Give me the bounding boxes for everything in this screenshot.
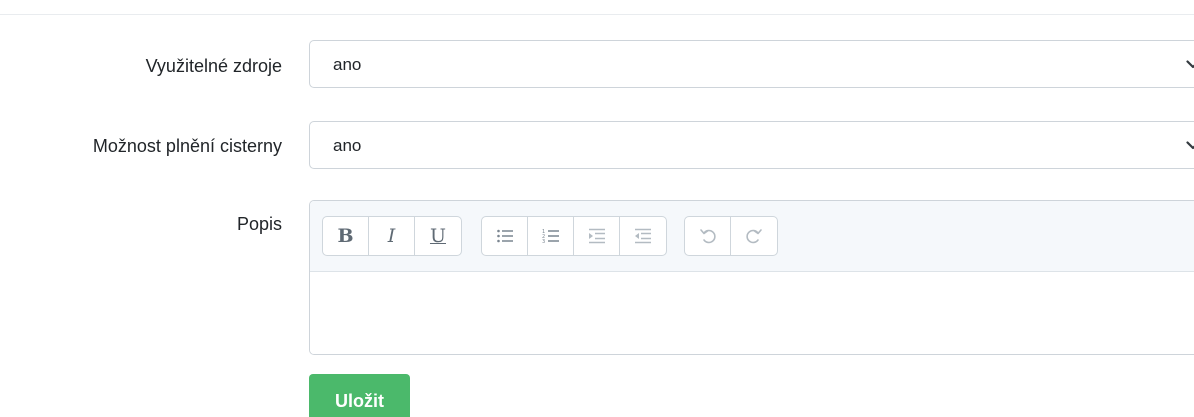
select-value: ano xyxy=(333,136,362,155)
format-button-group: B I U xyxy=(322,216,462,256)
undo-button[interactable] xyxy=(685,217,731,255)
bullet-list-icon xyxy=(496,229,513,243)
field-label-tank-filling: Možnost plnění cisterny xyxy=(92,136,282,156)
italic-button[interactable]: I xyxy=(369,217,415,255)
indent-button[interactable] xyxy=(574,217,620,255)
description-editor: B I U 1 2 3 xyxy=(309,200,1194,355)
list-button-group: 1 2 3 xyxy=(481,216,667,256)
chevron-down-icon xyxy=(1186,141,1194,150)
undo-icon xyxy=(699,229,716,244)
field-label-description: Popis xyxy=(236,214,282,234)
field-label-usable-resources: Využitelné zdroje xyxy=(145,56,282,76)
svg-text:3: 3 xyxy=(542,239,545,244)
form-page: Využitelné zdroje ano Možnost plnění cis… xyxy=(0,0,1194,417)
redo-icon xyxy=(746,229,762,244)
usable-resources-select[interactable]: ano xyxy=(309,40,1194,88)
numbered-list-button[interactable]: 1 2 3 xyxy=(528,217,574,255)
history-button-group xyxy=(684,216,778,256)
numbered-list-icon: 1 2 3 xyxy=(542,229,559,244)
outdent-icon xyxy=(635,228,651,244)
save-button[interactable]: Uložit xyxy=(309,374,410,417)
underline-button[interactable]: U xyxy=(415,217,461,255)
bullet-list-button[interactable] xyxy=(482,217,528,255)
outdent-button[interactable] xyxy=(620,217,666,255)
indent-icon xyxy=(588,228,605,244)
editor-toolbar: B I U 1 2 3 xyxy=(310,201,1194,272)
tank-filling-select[interactable]: ano xyxy=(309,121,1194,169)
description-text-area[interactable] xyxy=(310,272,1194,354)
divider xyxy=(0,14,1194,15)
chevron-down-icon xyxy=(1186,60,1194,69)
select-value: ano xyxy=(333,55,362,74)
bold-button[interactable]: B xyxy=(323,217,369,255)
redo-button[interactable] xyxy=(731,217,777,255)
